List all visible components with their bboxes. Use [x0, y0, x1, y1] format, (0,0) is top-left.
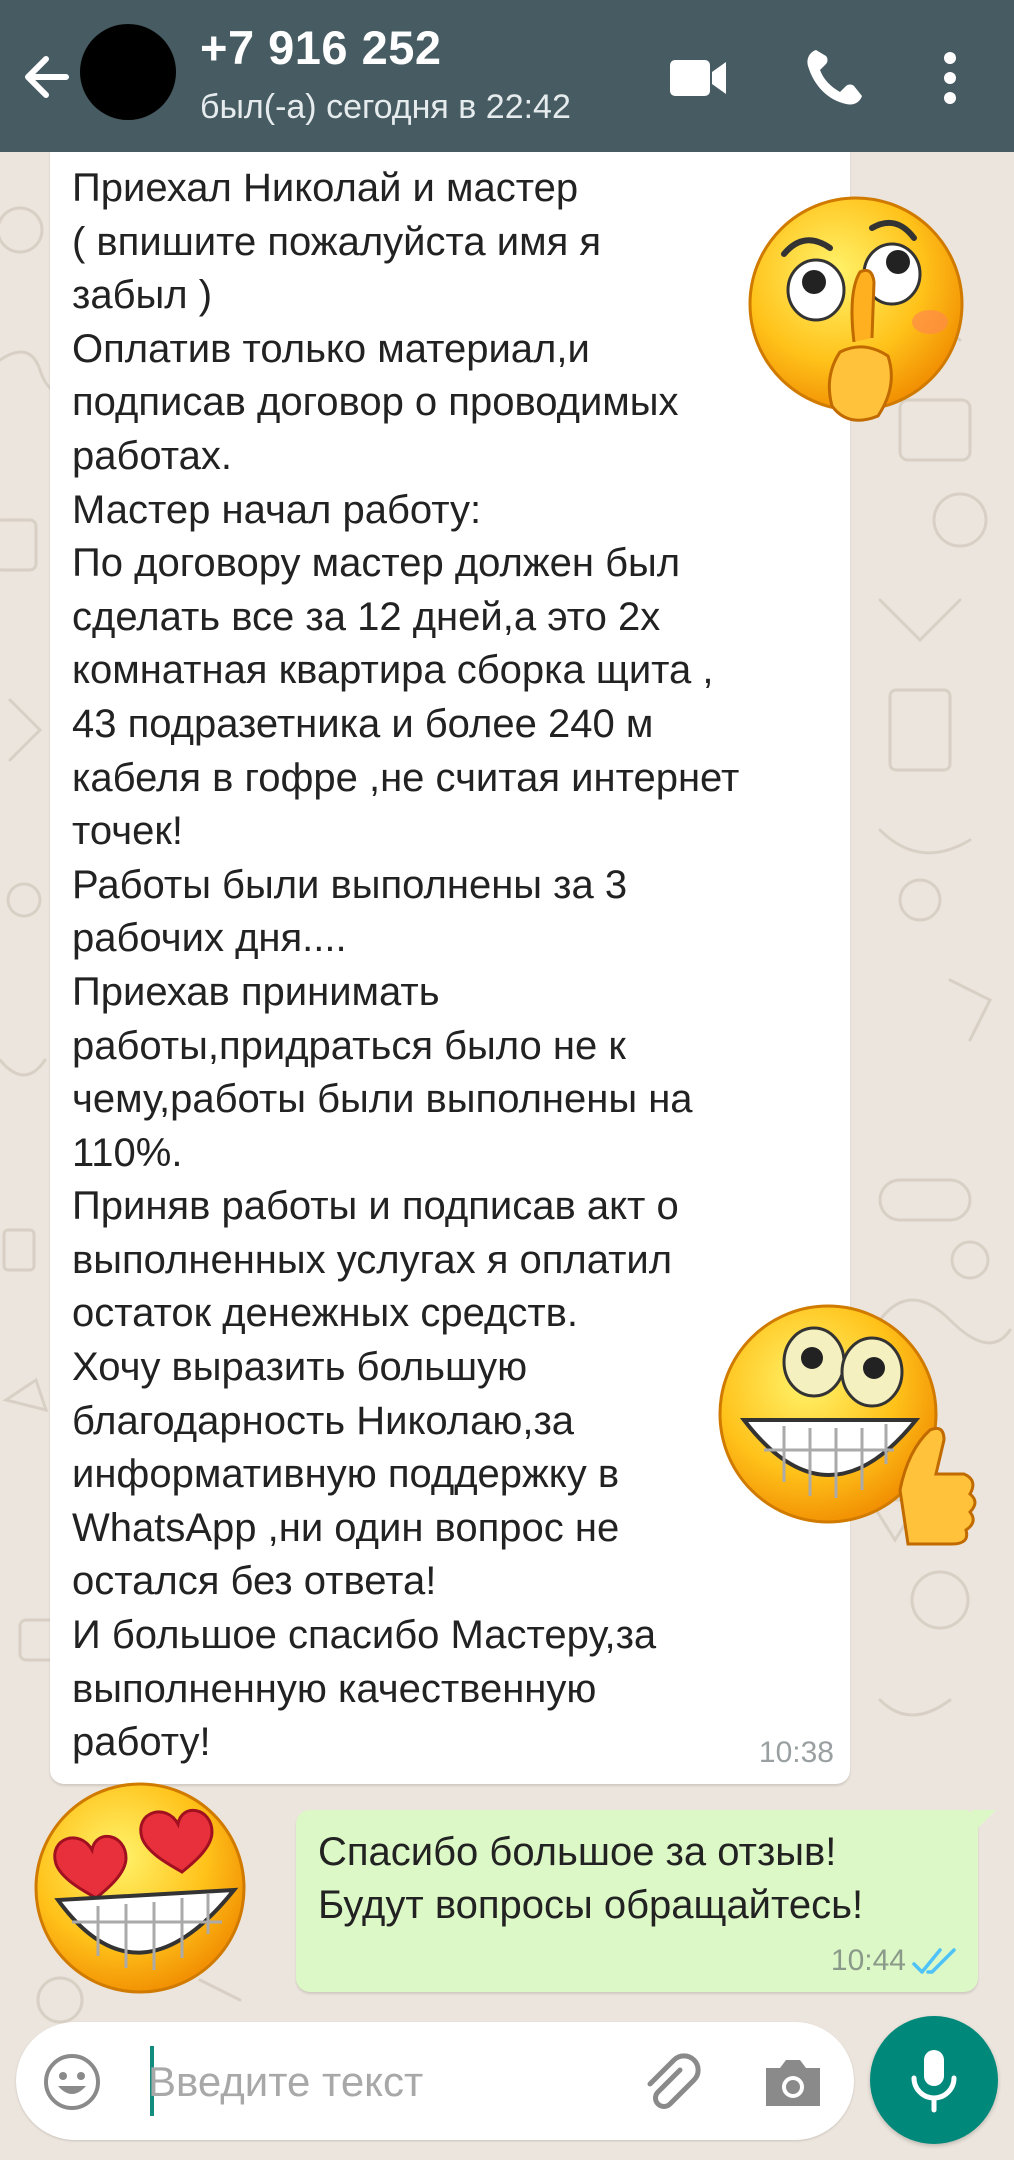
attach-icon[interactable]: [638, 2048, 706, 2116]
camera-icon[interactable]: [758, 2048, 828, 2116]
heart-eyes-emoji: [34, 1782, 246, 1994]
message-time: 10:44: [830, 1944, 906, 1977]
shush-emoji: [748, 196, 964, 422]
contact-name[interactable]: +7 916 252: [200, 20, 442, 75]
message-time: 10:38: [758, 1736, 834, 1769]
contact-avatar[interactable]: [80, 24, 176, 120]
phone-call-icon[interactable]: [796, 40, 872, 116]
outgoing-message[interactable]: Спасибо большое за отзыв! Будут вопросы …: [296, 1810, 996, 1992]
more-vert-icon[interactable]: [914, 40, 986, 116]
mic-icon: [911, 2050, 957, 2113]
chat-header: +7 916 252 был(-а) сегодня в 22:42: [0, 0, 1014, 152]
grin-thumbsup-emoji: [718, 1304, 977, 1546]
back-arrow-icon[interactable]: [14, 42, 84, 112]
emoji-icon[interactable]: [40, 2050, 104, 2114]
message-composer: [16, 2022, 854, 2140]
message-text: Спасибо большое за отзыв! Будут вопросы …: [318, 1830, 864, 1927]
voice-record-button[interactable]: [870, 2016, 998, 2144]
last-seen-status: был(-а) сегодня в 22:42: [200, 88, 571, 126]
message-input[interactable]: [134, 2050, 648, 2114]
video-call-icon[interactable]: [660, 40, 736, 116]
read-receipt-icon: [912, 1948, 956, 1974]
bubble-tail: [972, 1810, 996, 1834]
